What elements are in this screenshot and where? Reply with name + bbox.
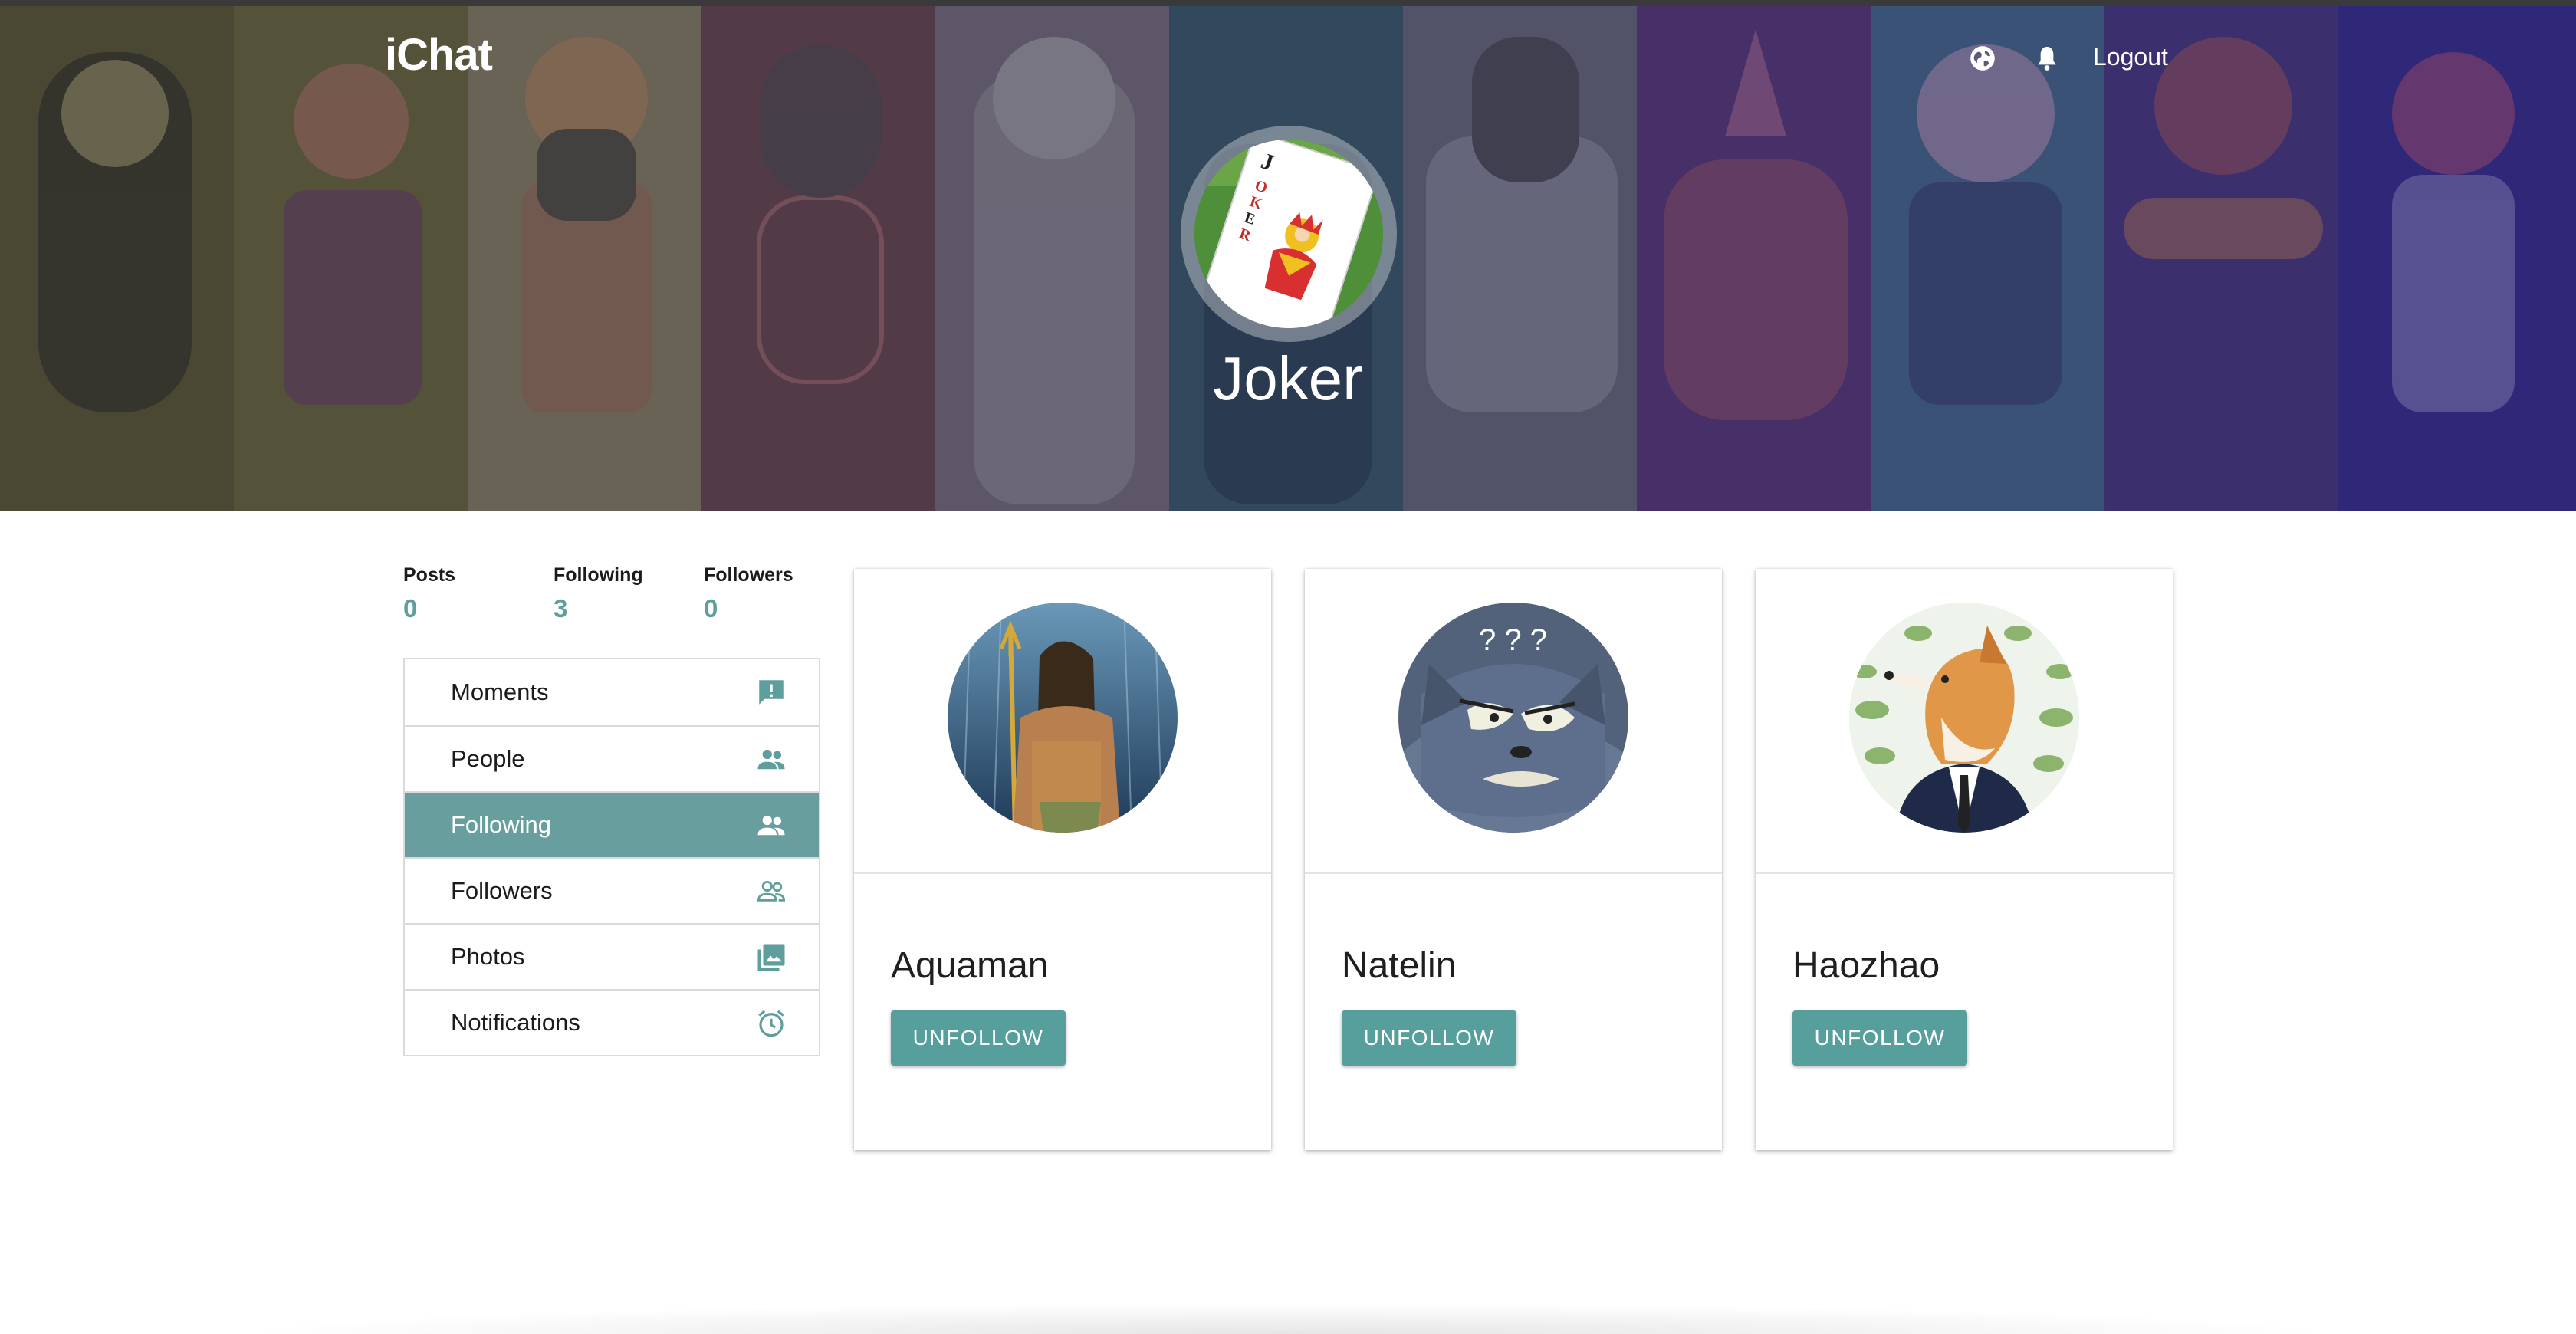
- sidebar-item-photos[interactable]: Photos: [405, 923, 819, 989]
- profile-stats: Posts 0 Following 3 Followers 0: [403, 564, 817, 626]
- user-avatar[interactable]: [948, 603, 1178, 833]
- sidebar-item-label: Moments: [451, 678, 549, 705]
- sidebar-item-people[interactable]: People: [405, 725, 819, 791]
- user-card: Haozhao UNFOLLOW: [1756, 569, 2173, 1150]
- sidebar-item-label: Followers: [451, 877, 553, 904]
- stat-label: Following: [554, 564, 643, 586]
- aquaman-image: [948, 603, 1178, 833]
- feedback-icon: [759, 680, 784, 705]
- profile-username: Joker: [1213, 344, 1363, 412]
- card-image-area: [1756, 569, 2173, 874]
- stat-following[interactable]: Following 3: [554, 564, 692, 623]
- sidebar-item-moments[interactable]: Moments: [405, 659, 819, 725]
- stat-posts[interactable]: Posts 0: [403, 564, 541, 623]
- sidebar-item-label: Photos: [451, 943, 525, 970]
- stat-followers[interactable]: Followers 0: [704, 564, 842, 623]
- svg-text:? ? ?: ? ? ?: [1479, 623, 1547, 657]
- stat-label: Followers: [704, 564, 794, 586]
- sidebar-item-label: Following: [451, 811, 551, 838]
- photo-library-icon: [757, 944, 785, 971]
- profile-avatar[interactable]: J O K E R: [1194, 140, 1383, 328]
- footer-shadow: [230, 1303, 2346, 1334]
- globe-icon[interactable]: [1967, 43, 1998, 74]
- stat-value: 0: [403, 594, 418, 623]
- card-image-area: ? ? ?: [1305, 569, 1722, 874]
- top-border: [0, 0, 2576, 6]
- alarm-icon: [758, 1010, 784, 1037]
- user-name[interactable]: Haozhao: [1792, 945, 1940, 987]
- user-avatar[interactable]: ? ? ?: [1398, 603, 1628, 833]
- sidebar-item-followers[interactable]: Followers: [405, 857, 819, 923]
- sidebar-item-label: People: [451, 745, 525, 772]
- sidebar-item-following[interactable]: Following: [405, 791, 819, 857]
- people-outline-icon: [757, 881, 786, 902]
- user-avatar[interactable]: [1849, 603, 2079, 833]
- bell-icon[interactable]: [2032, 43, 2062, 74]
- stat-value: 0: [704, 594, 718, 623]
- user-name[interactable]: Aquaman: [891, 945, 1048, 987]
- joker-card-image: J O K E R: [1194, 140, 1383, 328]
- user-card: Aquaman UNFOLLOW: [854, 569, 1271, 1150]
- unfollow-button[interactable]: UNFOLLOW: [891, 1010, 1066, 1066]
- sidebar-menu: Moments People Following Followers Photo…: [403, 658, 820, 1056]
- logout-link[interactable]: Logout: [2093, 40, 2168, 74]
- user-card: ? ? ? Natelin UNFOLLOW: [1305, 569, 1722, 1150]
- people-icon: [757, 815, 785, 836]
- unfollow-button[interactable]: UNFOLLOW: [1342, 1010, 1516, 1066]
- shiba-in-suit-image: [1849, 603, 2079, 833]
- app-brand[interactable]: iChat: [385, 29, 493, 80]
- unfollow-button[interactable]: UNFOLLOW: [1792, 1010, 1967, 1066]
- sidebar-item-label: Notifications: [451, 1009, 580, 1036]
- stat-value: 3: [554, 594, 568, 623]
- stat-label: Posts: [403, 564, 456, 586]
- card-image-area: [854, 569, 1271, 874]
- people-icon: [757, 749, 785, 770]
- sidebar-item-notifications[interactable]: Notifications: [405, 989, 819, 1055]
- tom-cat-image: ? ? ?: [1398, 603, 1628, 833]
- user-name[interactable]: Natelin: [1342, 945, 1456, 987]
